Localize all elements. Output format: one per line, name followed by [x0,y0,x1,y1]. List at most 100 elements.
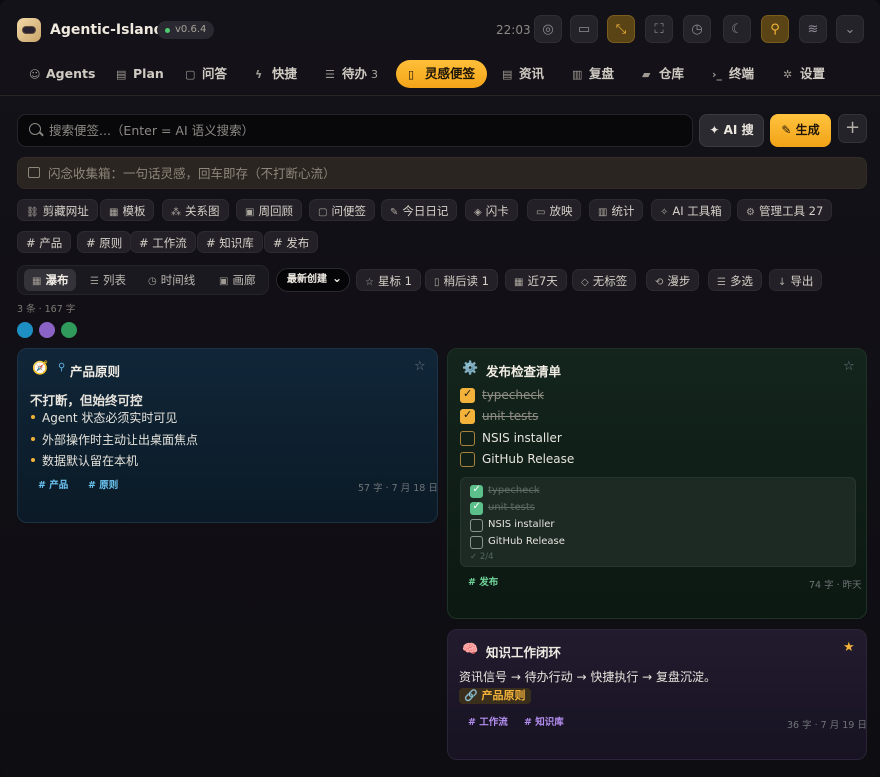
pin-icon: ⚲ [58,362,66,373]
chevron-down-button[interactable]: ⌄ [836,15,864,43]
nav-tab-item-9[interactable]: ›_ 终端 [712,60,754,88]
waves-button[interactable]: ≋ [799,15,827,43]
filter-chip-3[interactable]: ◇ 无标签 [572,269,637,291]
tool-chip-icon: ⁂ [171,207,181,218]
color-filter-green[interactable] [61,322,77,338]
card-meta: 57 字 · 7 月 18 日 [358,483,438,494]
search-input[interactable] [49,115,679,146]
nav-label: 资讯 [519,66,545,81]
nav-label: Agents [46,66,96,81]
filter-chip-label: 漫步 [667,274,691,288]
pin-button[interactable]: ⚲ [761,15,789,43]
checkbox-typecheck[interactable] [460,387,475,403]
nav-tab-plan[interactable]: ▤ Plan [116,60,164,88]
checkbox-nsis[interactable] [460,431,475,446]
note-card-release[interactable]: ⚙️ 发布检查清单 ☆ typecheck unit tests NSIS in… [447,348,867,619]
view-tab-1[interactable]: ☰ 列表 [82,269,134,291]
nav-icon: ▰ [642,68,651,81]
card-meta: 74 字 · 昨天 [809,580,862,591]
card-tag[interactable]: # 原则 [84,478,122,493]
nav-tab-item-7[interactable]: ▥ 复盘 [572,60,614,88]
tool-chip-0[interactable]: ⛓ 剪藏网址 [17,199,98,221]
preview-item: NSIS installer [488,519,555,530]
view-tab-2[interactable]: ◷ 时间线 [140,269,203,291]
tool-chip-6[interactable]: ◈ 闪卡 [465,199,518,221]
star-icon[interactable]: ☆ [843,359,855,374]
star-filled-icon[interactable]: ★ [843,640,855,655]
video-button[interactable]: ▭ [570,15,598,43]
preview-checkbox[interactable] [470,484,483,498]
nav-tab-item-6[interactable]: ▤ 资讯 [502,60,544,88]
ai-search-button[interactable]: ✦ AI 搜 [699,114,764,147]
tool-chip-4[interactable]: ▢ 问便签 [309,199,375,221]
add-note-button[interactable]: + [838,114,867,143]
nav-tab-item-4[interactable]: ☰ 待办 3 [325,60,378,88]
topic-tag-1[interactable]: # 原则 [77,231,132,253]
tool-chip-7[interactable]: ▭ 放映 [527,199,582,221]
filter-chip-2[interactable]: ▦ 近7天 [505,269,567,291]
nav-icon: ▤ [502,68,513,81]
timer-button[interactable]: ◷ [683,15,711,43]
card-tag[interactable]: # 工作流 [464,715,512,730]
tool-chip-1[interactable]: ▦ 模板 [100,199,155,221]
filter-chip-1[interactable]: ▯ 稍后读 1 [425,269,498,291]
filter-chip-icon: ☰ [717,277,726,288]
color-filter-blue[interactable] [17,322,33,338]
view-label: 画廊 [232,273,256,287]
nav-label: 问答 [202,66,228,81]
filter-chip-5[interactable]: ☰ 多选 [708,269,762,291]
preview-checkbox[interactable] [470,536,483,549]
card-tag[interactable]: # 产品 [34,478,72,493]
checkbox-github-release[interactable] [460,452,475,467]
tool-chip-5[interactable]: ✎ 今日日记 [381,199,458,221]
topic-tag-label: # 发布 [273,236,310,250]
nav-icon: ✲ [783,68,793,81]
filter-chip-0[interactable]: ☆ 星标 1 [356,269,421,291]
sort-select[interactable]: 最新创建 [276,267,350,292]
tool-chip-icon: ✧ [660,207,669,218]
view-tab-3[interactable]: ▣ 画廊 [211,269,263,291]
card-tag[interactable]: # 知识库 [520,715,568,730]
tool-chip-9[interactable]: ✧ AI 工具箱 [651,199,731,221]
card-title: 发布检查清单 [486,364,562,379]
note-card-knowledge[interactable]: 🧠 知识工作闭环 ★ 资讯信号 → 待办行动 → 快捷执行 → 复盘沉淀。 🔗 … [447,629,867,760]
topic-tag-2[interactable]: # 工作流 [130,231,196,253]
nav-icon: ☺ [29,68,41,81]
topic-tag-3[interactable]: # 知识库 [197,231,263,253]
view-tab-0[interactable]: ▦ 瀑布 [24,269,77,291]
nav-tab-item-8[interactable]: ▰ 仓库 [642,60,684,88]
star-icon[interactable]: ☆ [414,359,426,374]
nav-tab-item-10[interactable]: ✲ 设置 [783,60,825,88]
timer-icon: ◷ [691,21,703,37]
card-tag[interactable]: # 发布 [464,575,502,590]
tool-chip-10[interactable]: ⚙ 管理工具 27 [737,199,833,221]
camera-button[interactable]: ◎ [534,15,562,43]
generate-button[interactable]: ✎ 生成 [770,114,831,147]
fullscreen-button[interactable]: ⛶ [645,15,673,43]
tool-chip-3[interactable]: ▣ 周回顾 [236,199,302,221]
tool-chip-8[interactable]: ▥ 统计 [589,199,644,221]
filter-chip-6[interactable]: ↓ 导出 [769,269,823,291]
bullet-dot [31,415,35,419]
color-filter-purple[interactable] [39,322,55,338]
tool-chip-2[interactable]: ⁂ 关系图 [162,199,229,221]
nav-tab-item-3[interactable]: ϟ 快捷 [255,60,297,88]
topic-tag-0[interactable]: # 产品 [17,231,72,253]
topic-tag-label: # 知识库 [206,236,254,250]
preview-checkbox[interactable] [470,519,483,532]
note-card-principles[interactable]: 🧭 ⚲ 产品原则 ☆ 不打断，但始终可控 Agent 状态必须实时可见 外部操作… [17,348,438,523]
moon-button[interactable]: ☾ [723,15,751,43]
nav-tab-item-5[interactable]: ▯ 灵感便签 [396,60,488,88]
note-link[interactable]: 🔗 产品原则 [459,688,531,704]
moon-icon: ☾ [731,21,743,37]
card-meta: 36 字 · 7 月 19 日 [787,720,867,731]
compress-button[interactable]: ⤡ [607,15,635,43]
nav-tab-agents[interactable]: ☺ Agents [29,60,95,88]
checkbox-unit-tests[interactable] [460,408,475,424]
tool-chip-label: 闪卡 [485,204,509,218]
preview-checkbox[interactable] [470,501,483,515]
nav-tab-item-2[interactable]: ▢ 问答 [185,60,227,88]
filter-chip-4[interactable]: ⟲ 漫步 [646,269,700,291]
topic-tag-4[interactable]: # 发布 [264,231,319,253]
inbox-input[interactable] [48,158,848,188]
